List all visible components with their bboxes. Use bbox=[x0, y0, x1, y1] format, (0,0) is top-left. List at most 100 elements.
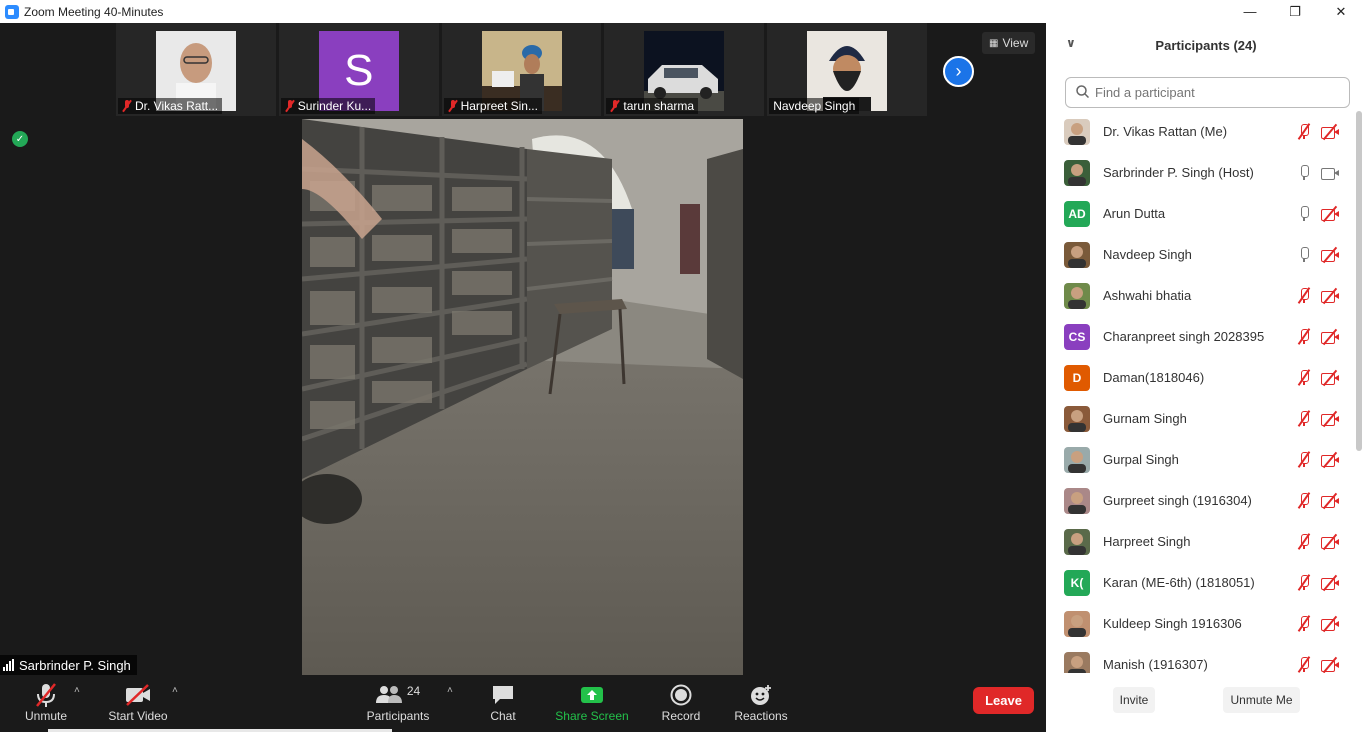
start-video-button[interactable]: Start Video bbox=[106, 681, 170, 723]
participant-avatar-photo bbox=[1064, 487, 1090, 514]
participants-button[interactable]: 24 Participants bbox=[366, 681, 430, 723]
next-page-button[interactable]: › bbox=[943, 56, 974, 87]
mic-muted-icon bbox=[1296, 410, 1312, 427]
reactions-label: Reactions bbox=[734, 709, 788, 723]
thumbnail-name: Navdeep Singh bbox=[773, 99, 856, 113]
muted-mic-icon bbox=[610, 100, 620, 112]
participants-label: Participants bbox=[366, 709, 430, 723]
muted-mic-icon bbox=[122, 100, 132, 112]
unmute-button[interactable]: Unmute bbox=[22, 681, 70, 723]
participant-row[interactable]: CS Charanpreet singh 2028395 bbox=[1046, 316, 1356, 357]
unmute-me-button[interactable]: Unmute Me bbox=[1223, 687, 1300, 713]
participants-count: 24 bbox=[406, 684, 421, 698]
view-button[interactable]: ▦ View bbox=[982, 32, 1036, 54]
participant-search[interactable] bbox=[1065, 77, 1350, 108]
participant-row[interactable]: Gurpreet singh (1916304) bbox=[1046, 480, 1356, 521]
video-off-icon bbox=[1320, 287, 1340, 305]
mic-icon bbox=[1296, 205, 1312, 222]
participant-name: Ashwahi bhatia bbox=[1103, 288, 1192, 303]
minimize-button[interactable]: — bbox=[1227, 0, 1273, 23]
participant-name: Gurpal Singh bbox=[1103, 452, 1179, 467]
chevron-right-icon: › bbox=[955, 61, 962, 81]
window-title: Zoom Meeting 40-Minutes bbox=[24, 4, 164, 19]
participant-row[interactable]: Gurpal Singh bbox=[1046, 439, 1356, 480]
thumbnail-name: tarun sharma bbox=[623, 99, 695, 113]
audio-options-caret-icon[interactable]: ˄ bbox=[74, 685, 80, 696]
mic-muted-icon bbox=[1296, 574, 1312, 591]
participant-avatar-photo bbox=[1064, 528, 1090, 555]
participant-avatar-photo bbox=[1064, 651, 1090, 673]
thumbnail-tile[interactable]: Harpreet Sin... bbox=[441, 23, 602, 116]
video-options-caret-icon[interactable]: ˄ bbox=[172, 685, 178, 696]
maximize-button[interactable]: ❐ bbox=[1272, 0, 1318, 23]
participants-options-caret-icon[interactable]: ˄ bbox=[447, 685, 453, 696]
video-off-icon bbox=[1320, 328, 1340, 346]
thumbnail-tile[interactable]: tarun sharma bbox=[604, 23, 765, 116]
participant-row[interactable]: Navdeep Singh bbox=[1046, 234, 1356, 275]
record-label: Record bbox=[661, 709, 701, 723]
search-input[interactable] bbox=[1095, 85, 1335, 100]
main-video bbox=[302, 119, 743, 675]
reactions-button[interactable]: Reactions bbox=[733, 681, 789, 723]
participant-row[interactable]: Harpreet Singh bbox=[1046, 521, 1356, 562]
mic-muted-icon bbox=[34, 681, 58, 709]
mic-muted-icon bbox=[1296, 533, 1312, 550]
participant-name: Sarbrinder P. Singh (Host) bbox=[1103, 165, 1254, 180]
chat-button[interactable]: Chat bbox=[484, 681, 522, 723]
mic-muted-icon bbox=[1296, 656, 1312, 673]
participant-name: Harpreet Singh bbox=[1103, 534, 1191, 549]
muted-mic-icon bbox=[448, 100, 458, 112]
unmute-label: Unmute bbox=[24, 709, 68, 723]
share-screen-button[interactable]: Share Screen bbox=[554, 681, 630, 723]
collapse-chevron-icon[interactable]: ∨ bbox=[1066, 36, 1076, 50]
thumbnail-name: Surinder Ku... bbox=[297, 99, 372, 113]
participant-row[interactable]: K(Karan (ME-6th) (1818051) bbox=[1046, 562, 1356, 603]
participant-name: Charanpreet singh 2028395 bbox=[1103, 329, 1265, 344]
participant-name: Dr. Vikas Rattan (Me) bbox=[1103, 124, 1228, 139]
participant-name: Daman(1818046) bbox=[1103, 370, 1205, 385]
participant-name: Arun Dutta bbox=[1103, 206, 1166, 221]
participant-avatar-photo bbox=[1064, 118, 1090, 145]
video-off-icon bbox=[1320, 492, 1340, 510]
participant-row[interactable]: Gurnam Singh bbox=[1046, 398, 1356, 439]
participants-panel: ∨ Participants (24) Dr. Vikas Rattan (Me… bbox=[1046, 23, 1366, 732]
participant-avatar-photo bbox=[1064, 282, 1090, 309]
share-screen-label: Share Screen bbox=[555, 709, 629, 723]
participant-row[interactable]: Dr. Vikas Rattan (Me) bbox=[1046, 111, 1356, 152]
participant-row[interactable]: Kuldeep Singh 1916306 bbox=[1046, 603, 1356, 644]
zoom-app-icon bbox=[5, 4, 19, 19]
participant-row[interactable]: Manish (1916307) bbox=[1046, 644, 1356, 673]
participant-avatar-initials: CS bbox=[1064, 323, 1090, 350]
thumbnail-tile[interactable]: S Surinder Ku... bbox=[278, 23, 439, 116]
mic-muted-icon bbox=[1296, 451, 1312, 468]
mic-muted-icon bbox=[1296, 615, 1312, 632]
title-bar: Zoom Meeting 40-Minutes — ❐ ✕ bbox=[0, 0, 1366, 23]
participant-row[interactable]: Ashwahi bhatia bbox=[1046, 275, 1356, 316]
invite-button[interactable]: Invite bbox=[1113, 687, 1155, 713]
participant-name: Manish (1916307) bbox=[1103, 657, 1208, 672]
thumbnail-tile[interactable]: Dr. Vikas Ratt... bbox=[116, 23, 276, 116]
video-off-icon bbox=[1320, 574, 1340, 592]
start-video-label: Start Video bbox=[108, 709, 168, 723]
signal-strength-icon bbox=[3, 658, 14, 671]
mic-muted-icon bbox=[1296, 369, 1312, 386]
encryption-shield-icon[interactable]: ✓ bbox=[12, 131, 28, 147]
participant-row[interactable]: AD Arun Dutta bbox=[1046, 193, 1356, 234]
participant-avatar-photo bbox=[1064, 405, 1090, 432]
participant-row[interactable]: Sarbrinder P. Singh (Host) bbox=[1046, 152, 1356, 193]
participant-name: Kuldeep Singh 1916306 bbox=[1103, 616, 1242, 631]
mic-icon bbox=[1296, 246, 1312, 263]
mic-muted-icon bbox=[1296, 328, 1312, 345]
participant-avatar-initials: D bbox=[1064, 364, 1090, 391]
participant-row[interactable]: D Daman(1818046) bbox=[1046, 357, 1356, 398]
close-button[interactable]: ✕ bbox=[1318, 0, 1364, 23]
thumbnail-tile[interactable]: Navdeep Singh bbox=[767, 23, 927, 116]
video-off-icon bbox=[1320, 451, 1340, 469]
grid-view-icon: ▦ bbox=[989, 37, 999, 49]
record-button[interactable]: Record bbox=[659, 681, 703, 723]
participant-name: Navdeep Singh bbox=[1103, 247, 1192, 262]
participant-avatar-initials: AD bbox=[1064, 200, 1090, 227]
leave-button[interactable]: Leave bbox=[973, 687, 1034, 714]
mic-icon bbox=[1296, 164, 1312, 181]
participant-list-scrollbar[interactable] bbox=[1356, 111, 1362, 451]
